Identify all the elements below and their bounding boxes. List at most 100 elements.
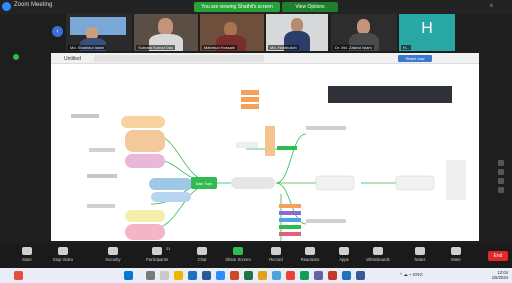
system-tray[interactable]: ^ ☁ ⌁ ENG	[400, 272, 423, 278]
mindmap-node	[277, 146, 297, 150]
mindmap-node	[395, 175, 435, 191]
taskbar-clock[interactable]: 12:04 1/6/2024	[472, 270, 508, 280]
security-button[interactable]: Security	[95, 247, 131, 262]
app-icon[interactable]	[300, 271, 309, 280]
apps-grid-icon	[339, 247, 349, 255]
zoom-logo-icon	[2, 2, 11, 11]
mindmap-text	[87, 204, 115, 208]
mail-icon[interactable]	[188, 271, 197, 280]
shield-icon	[108, 247, 118, 255]
participant-name: Dr. Md. Zakirul Islam	[333, 45, 374, 50]
participant-tile[interactable]: Md. Habibullah	[266, 14, 328, 51]
mindmap-node	[125, 130, 165, 152]
mindmap-node	[279, 204, 301, 208]
mindmap-text	[89, 148, 115, 152]
mindmap-text	[306, 126, 346, 130]
participant-name: Md. Shahidul Islam	[68, 45, 107, 50]
zoom-in-icon[interactable]	[498, 160, 504, 166]
more-icon[interactable]	[498, 187, 504, 193]
mindmap-center-label: Main Topic	[196, 182, 213, 186]
shared-doc-button: Share now	[398, 55, 432, 62]
stop-video-button[interactable]: Stop Video	[45, 247, 81, 262]
record-button[interactable]: Record	[258, 247, 294, 262]
shared-doc-toolbar	[94, 55, 264, 62]
mindmap-node	[231, 177, 275, 189]
mindmap-node	[279, 211, 301, 215]
participant-name: Md. Habibullah	[268, 45, 299, 50]
participant-tile[interactable]: Md. Shahidul Islam	[66, 14, 132, 51]
mindmap-node	[151, 192, 191, 202]
mindmap-node	[279, 225, 301, 229]
zoom-taskbar-icon[interactable]	[216, 271, 225, 280]
mindmap-node	[279, 218, 301, 222]
search-icon[interactable]	[146, 271, 155, 280]
app-icon[interactable]	[356, 271, 365, 280]
edge-icon[interactable]	[272, 271, 281, 280]
start-icon[interactable]	[124, 271, 133, 280]
previous-participants-button[interactable]: ‹	[52, 26, 63, 37]
file-explorer-icon[interactable]	[174, 271, 183, 280]
status-dot-icon	[13, 54, 19, 60]
microphone-icon	[22, 247, 32, 255]
smiley-icon	[305, 247, 315, 255]
participant-name: H...	[401, 45, 412, 50]
mindmap-node	[149, 178, 193, 190]
end-meeting-button[interactable]: End	[488, 251, 508, 261]
mindmap-node	[265, 126, 275, 156]
excel-icon[interactable]	[244, 271, 253, 280]
share-screen-button[interactable]: Share Screen	[220, 247, 256, 262]
mindmap-node	[125, 224, 165, 240]
zoom-window: Zoom Meeting You are viewing Shathil's s…	[0, 0, 512, 283]
mindmap-node	[121, 116, 165, 128]
mindmap-node	[446, 160, 466, 200]
ellipsis-icon	[451, 247, 461, 255]
app-icon[interactable]	[328, 271, 337, 280]
participant-avatar-letter: H	[421, 20, 433, 37]
mindmap-node	[315, 175, 355, 191]
chrome-icon[interactable]	[286, 271, 295, 280]
apps-button[interactable]: Apps	[326, 247, 362, 262]
app-icon[interactable]	[258, 271, 267, 280]
redacted-region	[328, 86, 452, 103]
mindmap-text	[306, 219, 346, 223]
teams-icon[interactable]	[314, 271, 323, 280]
mindmap-node	[125, 210, 165, 222]
more-button[interactable]: More	[438, 247, 474, 262]
viewing-share-banner: You are viewing Shathil's screen	[194, 2, 280, 12]
view-options-button[interactable]: View Options	[282, 2, 338, 12]
app-title: Zoom Meeting	[14, 2, 53, 8]
chat-button[interactable]: Chat	[184, 247, 220, 262]
participant-tile[interactable]: Subrata Kumar Das	[134, 14, 198, 51]
participant-tile[interactable]: H H...	[399, 14, 455, 51]
clock-date: 1/6/2024	[491, 275, 508, 280]
mindmap-text	[71, 114, 99, 118]
participant-name: Mahmud Hossain	[202, 45, 238, 50]
powerpoint-icon[interactable]	[230, 271, 239, 280]
word-icon[interactable]	[202, 271, 211, 280]
shared-doc-title: Untitled	[64, 56, 81, 62]
menu-icon[interactable]: ≡	[490, 3, 493, 9]
mindmap-node	[241, 97, 259, 102]
whiteboards-button[interactable]: Whiteboards	[360, 247, 396, 262]
mindmap-node	[241, 90, 259, 95]
video-camera-icon	[58, 247, 68, 255]
mindmap-left-branch	[71, 114, 193, 240]
notes-button[interactable]: Notes	[402, 247, 438, 262]
participant-tile[interactable]: Mahmud Hossain	[200, 14, 264, 51]
windows-taskbar	[0, 268, 512, 283]
mindmap-node	[279, 232, 301, 236]
share-screen-icon	[233, 247, 243, 255]
reactions-button[interactable]: Reactions	[292, 247, 328, 262]
participant-name: Subrata Kumar Das	[136, 45, 176, 50]
mindmap-node	[236, 142, 258, 148]
weather-icon[interactable]	[14, 271, 23, 280]
zoom-out-icon[interactable]	[498, 169, 504, 175]
participant-tile[interactable]: Dr. Md. Zakirul Islam	[331, 14, 397, 51]
task-view-icon[interactable]	[160, 271, 169, 280]
mindmap-node	[241, 104, 259, 109]
app-icon[interactable]	[342, 271, 351, 280]
chat-bubble-icon	[197, 247, 207, 255]
whiteboard-icon	[373, 247, 383, 255]
fit-icon[interactable]	[498, 178, 504, 184]
mute-button[interactable]: Mute	[9, 247, 45, 262]
